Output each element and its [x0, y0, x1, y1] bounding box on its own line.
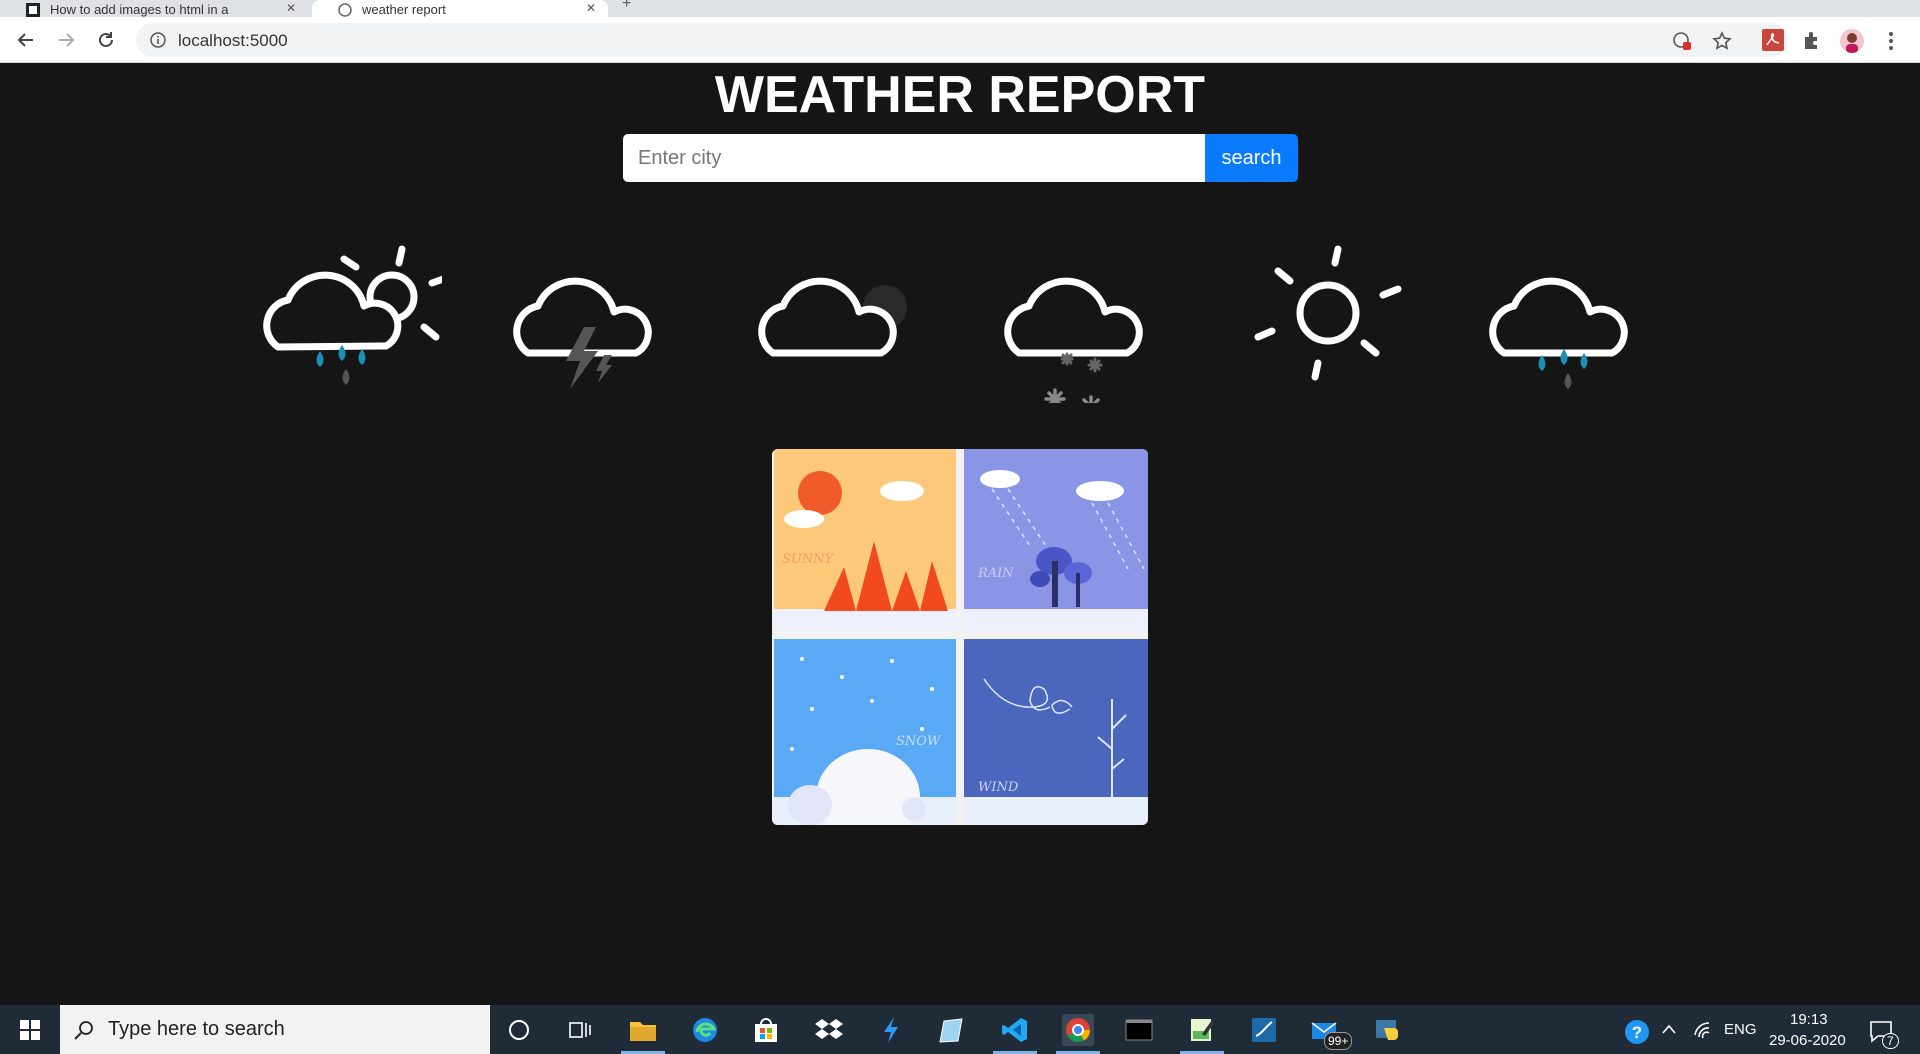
- wind-panel: WIND: [964, 639, 1148, 825]
- mail-button[interactable]: 99+: [1310, 1014, 1353, 1050]
- chevron-up-icon[interactable]: [1661, 1023, 1677, 1035]
- weather-icons-row: [0, 223, 1920, 423]
- store-button[interactable]: [750, 1014, 782, 1046]
- forward-button[interactable]: [50, 24, 82, 56]
- windows-taskbar: Type here to search 99+ ? ENG 19:13 29-0…: [0, 1005, 1920, 1054]
- sunny-icon: [1254, 245, 1402, 381]
- rain-panel: RAIN: [964, 449, 1148, 631]
- city-input[interactable]: [623, 134, 1205, 182]
- user-avatar-icon: [1846, 33, 1858, 53]
- tab-title: How to add images to html in a: [50, 2, 229, 17]
- file-explorer-button[interactable]: [621, 1014, 665, 1054]
- terminal-button[interactable]: [1123, 1014, 1155, 1046]
- dropbox-button[interactable]: [813, 1014, 845, 1046]
- chrome-icon: [1066, 1018, 1090, 1043]
- extensions-puzzle-icon[interactable]: [1801, 29, 1823, 51]
- clock-time[interactable]: 19:13: [1790, 1011, 1828, 1028]
- chrome-button[interactable]: [1056, 1014, 1100, 1054]
- reload-button[interactable]: [90, 24, 122, 56]
- reload-icon: [99, 32, 113, 47]
- bookmark-star-icon[interactable]: [1712, 31, 1732, 51]
- search-button[interactable]: search: [1205, 134, 1298, 182]
- weather-collage-image: SUNNY RAIN SNOW WIND: [772, 449, 1148, 825]
- terminal-icon: [1125, 1019, 1153, 1041]
- help-icon[interactable]: ?: [1624, 1019, 1650, 1045]
- close-tab-icon[interactable]: ✕: [286, 1, 296, 15]
- edge-browser-icon: [693, 1018, 717, 1042]
- vscode-button[interactable]: [993, 1014, 1037, 1054]
- address-bar[interactable]: localhost:5000: [136, 23, 1788, 57]
- profile-avatar[interactable]: [1840, 29, 1864, 53]
- collage-label-snow: SNOW: [896, 734, 942, 749]
- app-button-bolt[interactable]: [875, 1014, 907, 1046]
- site-favicon-icon: [26, 3, 40, 17]
- pdf-extension-icon[interactable]: [1762, 29, 1784, 51]
- city-search-form: search: [623, 134, 1298, 182]
- browser-toolbar: localhost:5000: [0, 17, 1920, 63]
- new-tab-button[interactable]: +: [622, 0, 631, 12]
- sunny-panel: SUNNY: [774, 449, 956, 631]
- svg-text:?: ?: [1632, 1023, 1642, 1042]
- snow-panel: SNOW: [774, 639, 956, 825]
- cortana-button[interactable]: [503, 1014, 535, 1046]
- page-title: WEATHER REPORT: [714, 66, 1206, 124]
- task-view-icon: [569, 1022, 591, 1038]
- taskbar-search-box[interactable]: Type here to search: [60, 1005, 490, 1054]
- blocked-content-icon[interactable]: [1672, 31, 1692, 51]
- taskbar-search-placeholder: Type here to search: [108, 1018, 285, 1040]
- app-button-editor[interactable]: [1180, 1014, 1224, 1054]
- kebab-menu-icon[interactable]: [1888, 31, 1894, 51]
- mysql-workbench-button[interactable]: [1248, 1014, 1280, 1046]
- notebook-app-icon: [939, 1018, 963, 1043]
- tab-html-images[interactable]: How to add images to html in a ✕: [0, 0, 308, 17]
- python-button[interactable]: [1372, 1014, 1404, 1046]
- windows-logo-icon: [20, 1019, 40, 1040]
- tab-strip: How to add images to html in a ✕ weather…: [0, 0, 1920, 17]
- tab-title: weather report: [362, 2, 446, 17]
- clock-date[interactable]: 29-06-2020: [1769, 1032, 1846, 1049]
- cloudy-icon: [758, 277, 907, 357]
- database-workbench-icon: [1252, 1018, 1276, 1042]
- snow-icon: [1004, 277, 1143, 403]
- language-indicator[interactable]: ENG: [1724, 1021, 1757, 1038]
- lightning-app-icon: [884, 1017, 898, 1043]
- arrow-left-icon: [17, 33, 33, 47]
- collage-label-wind: WIND: [978, 780, 1019, 795]
- cortana-circle-icon: [509, 1020, 529, 1040]
- app-button-notebook[interactable]: [936, 1014, 968, 1046]
- dropbox-icon: [815, 1019, 843, 1039]
- page-content: WEATHER REPORT search: [0, 63, 1920, 1005]
- tab-weather-report[interactable]: weather report ✕: [312, 0, 608, 17]
- rain-sun-icon: [263, 245, 442, 385]
- back-button[interactable]: [10, 24, 42, 56]
- store-bag-icon: [755, 1018, 777, 1042]
- arrow-right-icon: [59, 33, 75, 47]
- info-icon[interactable]: [150, 32, 166, 48]
- url-text[interactable]: localhost:5000: [178, 31, 288, 51]
- start-button[interactable]: [0, 1005, 60, 1054]
- collage-label-sunny: SUNNY: [782, 552, 835, 567]
- rain-icon: [1489, 277, 1628, 389]
- task-view-button[interactable]: [564, 1014, 596, 1046]
- close-tab-icon[interactable]: ✕: [586, 1, 596, 15]
- editor-app-icon: [1191, 1019, 1215, 1041]
- notification-count-badge: 7: [1882, 1033, 1899, 1049]
- collage-label-rain: RAIN: [977, 566, 1014, 581]
- mail-count-badge: 99+: [1324, 1032, 1353, 1050]
- python-icon: [1376, 1020, 1398, 1040]
- folder-icon: [630, 1022, 656, 1041]
- wifi-icon[interactable]: [1693, 1021, 1713, 1039]
- thunderstorm-icon: [513, 277, 652, 389]
- globe-icon: [338, 3, 352, 17]
- edge-button[interactable]: [689, 1014, 721, 1046]
- search-icon: [74, 1020, 93, 1040]
- vscode-icon: [1002, 1018, 1027, 1042]
